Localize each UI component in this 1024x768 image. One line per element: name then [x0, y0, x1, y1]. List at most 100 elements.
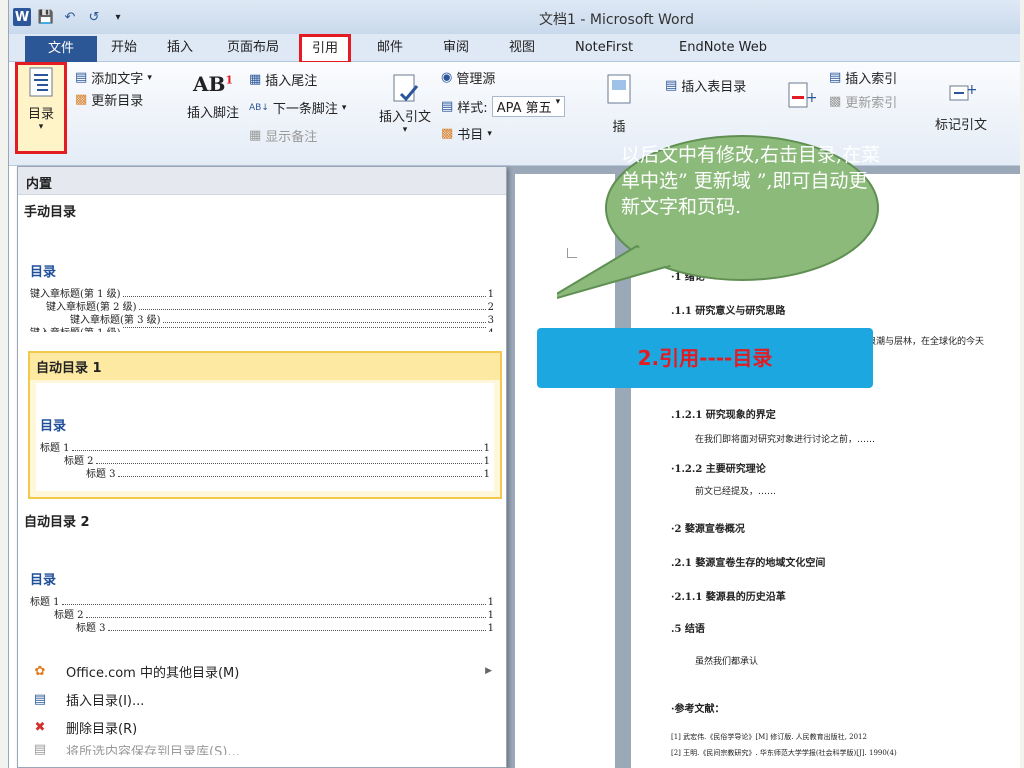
insert-footnote-label: 插入脚注 — [186, 106, 239, 121]
style-dropdown-arrow-icon: ▾ — [555, 97, 561, 107]
toc-icon — [24, 65, 58, 99]
insert-toc-label: 插入目录(I)... — [66, 693, 145, 709]
mark-entry-button[interactable]: + — [781, 78, 821, 112]
show-notes-button[interactable]: ▦ 显示备注 — [249, 126, 317, 145]
bibliography-button[interactable]: ▩ 书目 ▾ — [441, 124, 492, 143]
tab-endnote-web[interactable]: EndNote Web — [673, 39, 773, 61]
toc-menu-commands: ✿ Office.com 中的其他目录(M) ▶ ▤ 插入目录(I)... ✖ … — [18, 657, 506, 756]
toc-preview-page: 1 — [483, 456, 490, 467]
mark-entry-icon: + — [784, 78, 818, 112]
next-footnote-label: 下一条脚注 — [272, 102, 338, 117]
insert-toc-icon: ▤ — [33, 691, 47, 707]
tab-references[interactable]: 引用 — [299, 34, 352, 64]
save-selection-to-toc-gallery-item[interactable]: ▤ 将所选内容保存到目录库(S)... — [18, 741, 506, 756]
insert-index-button[interactable]: ▤ 插入索引 — [829, 68, 897, 87]
add-text-dropdown-icon: ▾ — [147, 72, 152, 83]
tab-view[interactable]: 视图 — [503, 39, 541, 61]
toc-preview-page: 2 — [487, 302, 494, 313]
word-window: W 💾 ↶ ↺ ▾ 文档1 - Microsoft Word 文件 开始 插入 … — [8, 0, 1020, 768]
toc-preview-text: 标题 3 — [76, 623, 106, 634]
toc-preview-text: 键入章标题(第 1 级) — [30, 289, 121, 300]
toc-preview-page: 1 — [487, 597, 494, 608]
word-app-icon[interactable]: W — [13, 8, 31, 26]
insert-table-figures-button[interactable]: ▤ 插入表目录 — [665, 76, 746, 95]
manual-toc-heading: 目录 — [30, 265, 57, 280]
redo-icon[interactable]: ↺ — [85, 8, 103, 26]
insert-endnote-button[interactable]: ▦ 插入尾注 — [249, 70, 317, 89]
style-value: APA 第五 — [496, 101, 552, 116]
insert-footnote-button[interactable]: AB1 插入脚注 — [181, 72, 245, 121]
insert-citation-button[interactable]: 插入引文 ▾ — [375, 72, 435, 135]
tab-home[interactable]: 开始 — [105, 39, 143, 61]
toc-gallery-manual[interactable]: 手动目录 目录 键入章标题(第 1 级) 1 键入章标题(第 2 级) 2 键入章标… — [18, 197, 506, 347]
style-dropdown[interactable]: APA 第五 ▾ — [491, 96, 566, 117]
update-toc-button[interactable]: ▩ 更新目录 — [75, 90, 143, 109]
tab-file[interactable]: 文件 — [25, 36, 97, 62]
gallery-title-auto-1: 自动目录 1 — [30, 353, 500, 380]
title-bar: W 💾 ↶ ↺ ▾ 文档1 - Microsoft Word — [9, 0, 1020, 34]
customize-qat-icon[interactable]: ▾ — [109, 8, 127, 26]
undo-icon[interactable]: ↶ — [61, 8, 79, 26]
step-label-box: 2.引用----目录 — [537, 328, 873, 388]
remove-toc-label: 删除目录(R) — [66, 721, 138, 737]
manage-sources-label: 管理源 — [456, 72, 496, 87]
toc-gallery-auto-2[interactable]: 自动目录 2 目录 标题 1 1 标题 2 1 标题 3 1 — [18, 507, 506, 657]
submenu-arrow-icon: ▶ — [485, 666, 492, 676]
save-to-gallery-label: 将所选内容保存到目录库(S)... — [66, 745, 240, 755]
office-com-icon: ✿ — [34, 663, 46, 679]
toc-preview-line: 标题 1 1 — [40, 442, 490, 455]
doc-line: 虽然我们都承认 — [695, 657, 759, 667]
update-index-button[interactable]: ▩ 更新索引 — [829, 92, 897, 111]
show-notes-icon: ▦ — [249, 128, 262, 143]
remove-toc-icon: ✖ — [34, 719, 46, 735]
toc-preview-page: 3 — [487, 315, 494, 326]
add-text-label: 添加文字 — [91, 72, 144, 87]
doc-line: ·参考文献： — [671, 704, 725, 715]
style-selector[interactable]: ▤ 样式: APA 第五 ▾ — [441, 96, 566, 117]
more-toc-office-com-item[interactable]: ✿ Office.com 中的其他目录(M) ▶ — [18, 657, 506, 685]
more-toc-label: Office.com 中的其他目录(M) — [66, 665, 240, 681]
auto-1-toc-preview: 目录 标题 1 1 标题 2 1 标题 3 1 — [40, 415, 490, 481]
show-notes-label: 显示备注 — [265, 130, 318, 145]
toc-preview-text: 键入章标题(第 1 级) — [30, 327, 121, 332]
tab-insert[interactable]: 插入 — [161, 39, 199, 61]
toc-button-label: 目录 — [27, 107, 54, 122]
insert-endnote-label: 插入尾注 — [265, 74, 318, 89]
callout-text: 以后文中有修改,右击目录,在菜单中选” 更新域 ”,即可自动更新文字和页码. — [621, 144, 881, 218]
update-index-icon: ▩ — [829, 94, 842, 109]
update-toc-label: 更新目录 — [91, 94, 144, 109]
toc-preview-line: 标题 3 1 — [40, 468, 490, 481]
toc-gallery-auto-1[interactable]: 自动目录 1 目录 标题 1 1 标题 2 1 标题 3 1 — [28, 351, 502, 499]
tab-page-layout[interactable]: 页面布局 — [221, 39, 285, 61]
insert-toc-item[interactable]: ▤ 插入目录(I)... — [18, 685, 506, 713]
next-footnote-icon: AB↓ — [249, 102, 269, 113]
quick-access-toolbar: W 💾 ↶ ↺ ▾ — [13, 8, 127, 26]
doc-line: [2] 王明.《民间宗教研究》. 华东师范大学学报(社会科学版)[J]. 199… — [671, 749, 897, 757]
insert-citation-icon — [388, 72, 422, 106]
remove-toc-item[interactable]: ✖ 删除目录(R) — [18, 713, 506, 741]
toc-preview-page: 1 — [483, 469, 490, 480]
tab-review[interactable]: 审阅 — [437, 39, 475, 61]
save-icon[interactable]: 💾 — [37, 8, 55, 26]
gallery-title-auto-2: 自动目录 2 — [24, 515, 90, 530]
add-text-button[interactable]: ▤ 添加文字 ▾ — [75, 68, 152, 87]
insert-caption-button[interactable]: 插 — [599, 72, 639, 135]
next-footnote-button[interactable]: AB↓ 下一条脚注 ▾ — [249, 98, 346, 117]
toc-preview-line: 键入章标题(第 1 级) 1 — [30, 288, 494, 301]
style-label: 样式: — [457, 101, 488, 116]
toc-button[interactable]: 目录 ▾ — [15, 62, 67, 154]
doc-line: .2.1 婺源宣卷生存的地域文化空间 — [671, 558, 826, 569]
ribbon-tab-bar: 文件 开始 插入 页面布局 引用 邮件 审阅 视图 NoteFirst EndN… — [9, 34, 1020, 64]
manage-sources-button[interactable]: ◉ 管理源 — [441, 68, 495, 87]
table-figures-icon: ▤ — [665, 78, 678, 93]
doc-line: ·1.2.2 主要研究理论 — [671, 464, 766, 475]
doc-line: ·2 婺源宣卷概况 — [671, 524, 745, 535]
mark-citation-button[interactable]: + 标记引文 — [929, 76, 993, 133]
doc-line: 在我们即将面对研究对象进行讨论之前，…… — [695, 435, 876, 445]
insert-citation-dropdown-icon: ▾ — [402, 125, 408, 135]
toc-preview-line: 键入章标题(第 1 级) 4 — [30, 327, 494, 332]
tab-notefirst[interactable]: NoteFirst — [569, 39, 639, 61]
manual-toc-preview: 目录 键入章标题(第 1 级) 1 键入章标题(第 2 级) 2 键入章标题(第 3… — [30, 261, 494, 332]
style-icon: ▤ — [441, 99, 454, 114]
tab-mailings[interactable]: 邮件 — [371, 39, 409, 61]
